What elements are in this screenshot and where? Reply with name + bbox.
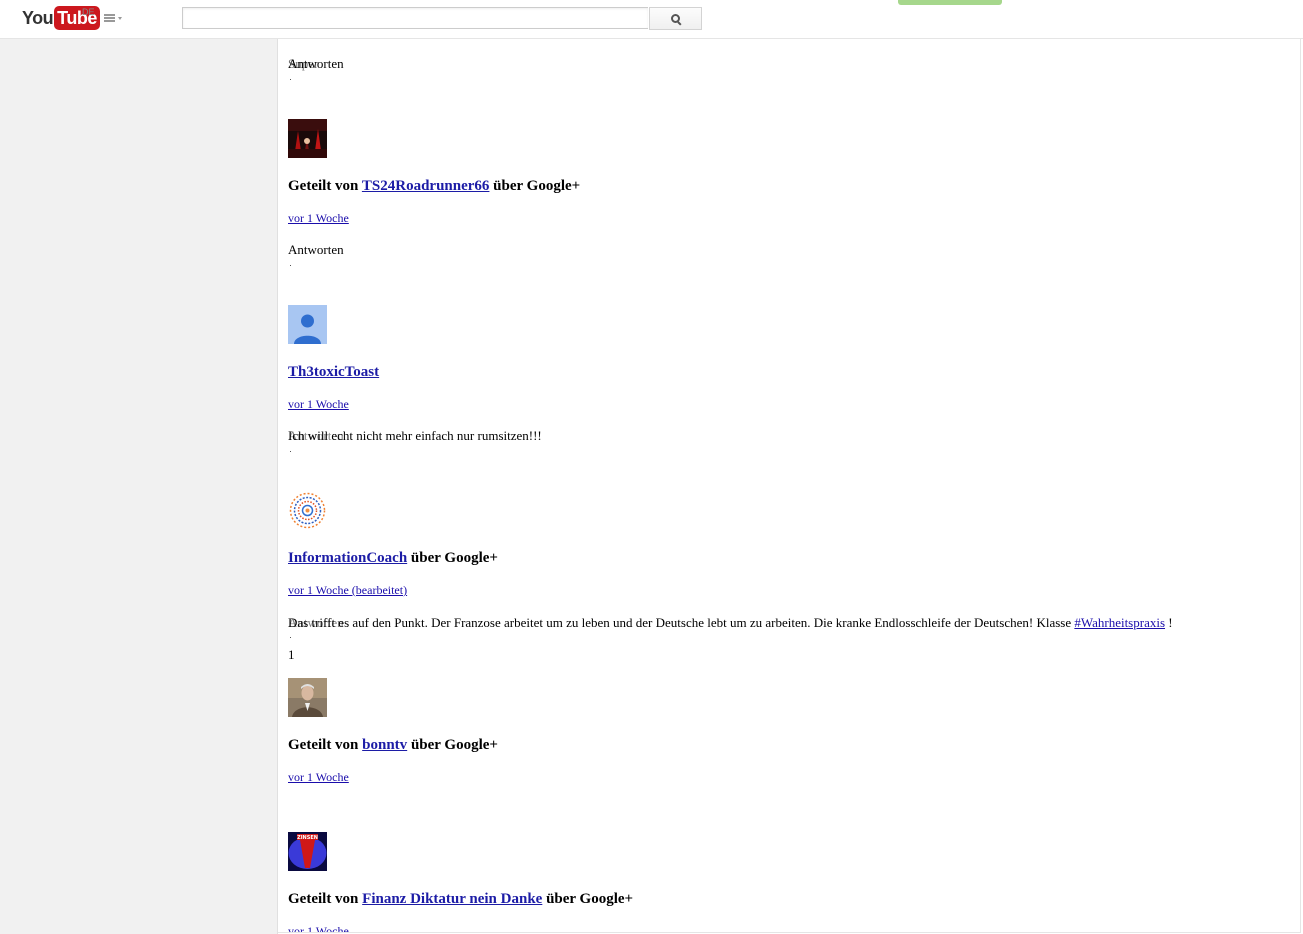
author-link[interactable]: Th3toxicToast [288,364,379,380]
avatar[interactable] [288,491,327,530]
author-link[interactable]: Finanz Diktatur nein Danke [362,891,542,907]
finance-avatar-image: ZINSEN [288,832,327,871]
shared-by-text: Geteilt von [288,178,362,194]
avatar-image [288,119,327,158]
comment-header: Geteilt von bonntv über Google+ [288,736,498,754]
upload-button[interactable] [898,0,1002,5]
avatar[interactable] [288,305,327,344]
search-icon [670,13,682,26]
avatar[interactable]: ZINSEN [288,832,327,871]
shared-by-text: Geteilt von [288,737,363,753]
timestamp-link[interactable]: vor 1 Woche [288,770,349,784]
avatar[interactable] [288,678,327,717]
comments-section: Antworten Super Geteilt von TS24Roadrunn… [278,39,1301,933]
via-google-plus-text: über Google+ [407,737,498,753]
timestamp-link[interactable]: vor 1 Woche [288,397,349,411]
reply-link[interactable]: Antworten [288,428,344,444]
shared-by-text: Geteilt von [288,891,363,907]
guide-menu-button[interactable] [104,11,126,25]
search-input[interactable] [182,7,648,29]
via-google-plus-text: über Google+ [489,178,581,194]
guide-sidebar [0,39,278,934]
author-link[interactable]: TS24Roadrunner66 [362,178,490,194]
portrait-avatar-image [288,678,327,717]
via-google-plus-text: über Google+ [407,550,498,566]
separator-dot [290,451,291,452]
comment-header: Th3toxicToast [288,363,379,381]
separator-dot [290,637,291,638]
comment-body: Das trifft es auf den Punkt. Der Franzos… [288,615,1173,631]
spiral-avatar-image [288,491,327,530]
author-link[interactable]: InformationCoach [288,550,407,566]
timestamp-link[interactable]: vor 1 Woche [288,211,349,225]
reply-link[interactable]: Antworten [288,242,344,258]
separator-dot [290,79,291,80]
author-link[interactable]: bonntv [362,737,407,753]
reply-link[interactable]: Antworten [288,615,344,631]
search-button[interactable] [649,7,702,30]
via-google-plus-text: über Google+ [542,891,634,907]
masthead: You Tube DE [0,0,1303,39]
logo-you-text: You [22,7,54,28]
default-user-icon [288,305,327,344]
like-count: 1 [288,647,295,662]
chevron-down-icon [118,17,122,20]
comment-body-tail: ! [1165,615,1173,630]
timestamp-link[interactable]: vor 1 Woche (bearbeitet) [288,583,407,597]
overlap-text: Super [288,56,319,71]
comment-header: Geteilt von TS24Roadrunner66 über Google… [288,177,580,195]
comment-body-text: Das trifft es auf den Punkt. Der Franzos… [288,615,1075,630]
comment-header: InformationCoach über Google+ [288,549,498,567]
hamburger-icon [104,14,115,22]
comment-header: Geteilt von Finanz Diktatur nein Danke ü… [288,890,633,908]
timestamp-link[interactable]: vor 1 Woche [288,924,349,932]
separator-dot [290,265,291,266]
avatar[interactable] [288,119,327,158]
hashtag-link[interactable]: #Wahrheitspraxis [1074,615,1165,630]
region-label: DE [82,7,95,17]
avatar-text: ZINSEN [297,835,318,841]
